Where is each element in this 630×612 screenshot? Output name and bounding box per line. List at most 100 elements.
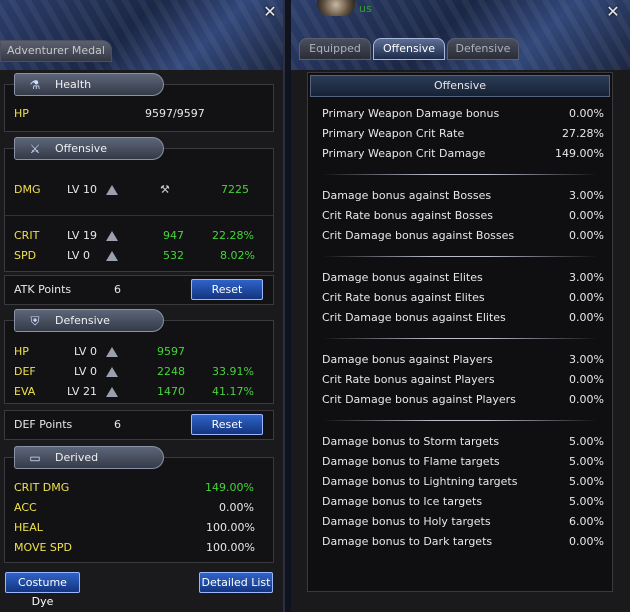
def-hp-upgrade-icon[interactable] xyxy=(106,347,118,357)
stat-row: Crit Rate bonus against Elites 0.00% xyxy=(322,289,604,307)
stat-value: 0.00% xyxy=(569,393,604,406)
stat-row: Crit Damage bonus against Players 0.00% xyxy=(322,391,604,409)
def-row: DEF LV 0 2248 33.91% xyxy=(5,363,273,381)
stat-value: 0.00% xyxy=(569,535,604,548)
close-icon[interactable]: ✕ xyxy=(605,4,621,20)
atk-points-label: ATK Points xyxy=(14,283,72,296)
stat-label: Damage bonus to Lightning targets xyxy=(322,475,518,488)
stat-row: Crit Rate bonus against Players 0.00% xyxy=(322,371,604,389)
def-points-label: DEF Points xyxy=(14,418,73,431)
eva-pct: 41.17% xyxy=(212,385,254,398)
health-title: Health xyxy=(55,78,92,91)
stat-row: Damage bonus to Dark targets 0.00% xyxy=(322,533,604,551)
def-hp-row: HP LV 0 9597 xyxy=(5,343,273,361)
stat-row: Damage bonus to Ice targets 5.00% xyxy=(322,493,604,511)
stat-label: Crit Damage bonus against Elites xyxy=(322,311,506,324)
spd-upgrade-icon[interactable] xyxy=(106,251,118,261)
stat-value: 0.00% xyxy=(569,291,604,304)
tab-defensive[interactable]: Defensive xyxy=(447,38,519,60)
stat-value: 0.00% xyxy=(569,209,604,222)
crit-level: LV 19 xyxy=(67,229,97,242)
eva-level: LV 21 xyxy=(67,385,97,398)
close-icon[interactable]: ✕ xyxy=(262,4,278,20)
stat-value: 5.00% xyxy=(569,475,604,488)
def-label: DEF xyxy=(14,365,36,378)
stat-label: Crit Rate bonus against Elites xyxy=(322,291,485,304)
offensive-header: ⚔ Offensive xyxy=(14,137,164,160)
detailed-stats-panel: us ✕ Equipped Offensive Defensive Offens… xyxy=(291,0,630,612)
derived-value: 149.00% xyxy=(205,481,254,494)
stat-value: 0.00% xyxy=(569,311,604,324)
costume-dye-button[interactable]: Costume Dye xyxy=(5,572,80,608)
crit-pct: 22.28% xyxy=(212,229,254,242)
derived-value: 0.00% xyxy=(219,501,254,514)
eva-upgrade-icon[interactable] xyxy=(106,387,118,397)
derived-label: ACC xyxy=(14,501,37,514)
details-title: Offensive xyxy=(310,75,610,97)
stat-value: 0.00% xyxy=(569,373,604,386)
spd-level: LV 0 xyxy=(67,249,90,262)
def-pct: 33.91% xyxy=(212,365,254,378)
stat-row: Crit Damage bonus against Elites 0.00% xyxy=(322,309,604,327)
stat-label: Damage bonus to Holy targets xyxy=(322,515,491,528)
stat-label: Damage bonus to Ice targets xyxy=(322,495,483,508)
stat-value: 149.00% xyxy=(555,147,604,160)
stat-label: Damage bonus to Dark targets xyxy=(322,535,493,548)
crit-upgrade-icon[interactable] xyxy=(106,231,118,241)
dmg-value: 7225 xyxy=(221,183,249,196)
tab-offensive[interactable]: Offensive xyxy=(373,38,445,60)
def-upgrade-icon[interactable] xyxy=(106,367,118,377)
atk-points-bar: ATK Points 6 Reset xyxy=(4,275,274,305)
stat-value: 5.00% xyxy=(569,435,604,448)
eva-row: EVA LV 21 1470 41.17% xyxy=(5,383,273,401)
dmg-label: DMG xyxy=(14,183,41,196)
divider xyxy=(322,338,598,339)
stat-value: 0.00% xyxy=(569,107,604,120)
stat-row: Crit Rate bonus against Bosses 0.00% xyxy=(322,207,604,225)
detailed-list-button[interactable]: Detailed List xyxy=(199,572,273,593)
character-avatar xyxy=(317,0,355,16)
stat-row: Damage bonus against Elites 3.00% xyxy=(322,269,604,287)
weapon-swap-icon[interactable]: ⚒ xyxy=(160,181,170,199)
stat-label: Damage bonus against Elites xyxy=(322,271,483,284)
spd-label: SPD xyxy=(14,249,37,262)
shield-icon: ⛨ xyxy=(30,314,40,328)
sword-icon: ⚔ xyxy=(29,142,41,156)
stat-row: Damage bonus against Bosses 3.00% xyxy=(322,187,604,205)
divider xyxy=(322,420,598,421)
stat-row: Damage bonus against Players 3.00% xyxy=(322,351,604,369)
def-reset-button[interactable]: Reset xyxy=(191,414,263,435)
def-points-value: 6 xyxy=(114,418,121,431)
crit-row: CRIT LV 19 947 22.28% xyxy=(5,227,273,245)
derived-row: ACC 0.00% xyxy=(5,499,273,517)
stat-label: Damage bonus against Bosses xyxy=(322,189,492,202)
stat-label: Crit Damage bonus against Players xyxy=(322,393,516,406)
health-header: ⚗ Health xyxy=(14,73,164,96)
derived-section: CRIT DMG 149.00% ACC 0.00% HEAL 100.00% … xyxy=(4,457,274,563)
stat-label: Damage bonus against Players xyxy=(322,353,493,366)
stats-panel: ✕ Adventurer Medal HP 9597/9597 ⚗ Health… xyxy=(0,0,285,612)
hp-value: 9597/9597 xyxy=(145,107,205,120)
stat-value: 27.28% xyxy=(562,127,604,140)
hp-label: HP xyxy=(14,107,29,120)
divider xyxy=(5,215,273,216)
divider xyxy=(322,174,598,175)
stat-value: 0.00% xyxy=(569,229,604,242)
derived-row: CRIT DMG 149.00% xyxy=(5,479,273,497)
def-hp-value: 9597 xyxy=(157,345,185,358)
def-hp-label: HP xyxy=(14,345,29,358)
potion-icon: ⚗ xyxy=(29,78,41,92)
stat-label: Crit Rate bonus against Bosses xyxy=(322,209,493,222)
stat-value: 5.00% xyxy=(569,495,604,508)
tab-equipped[interactable]: Equipped xyxy=(299,38,371,60)
stat-row: Damage bonus to Storm targets 5.00% xyxy=(322,433,604,451)
def-value: 2248 xyxy=(157,365,185,378)
adventurer-medal-tab[interactable]: Adventurer Medal xyxy=(0,40,112,62)
atk-points-value: 6 xyxy=(114,283,121,296)
derived-label: MOVE SPD xyxy=(14,541,73,554)
atk-reset-button[interactable]: Reset xyxy=(191,279,263,300)
derived-value: 100.00% xyxy=(206,521,255,534)
dmg-upgrade-icon[interactable] xyxy=(106,185,118,195)
stat-row: Primary Weapon Crit Damage 149.00% xyxy=(322,145,604,163)
def-level: LV 0 xyxy=(74,365,97,378)
